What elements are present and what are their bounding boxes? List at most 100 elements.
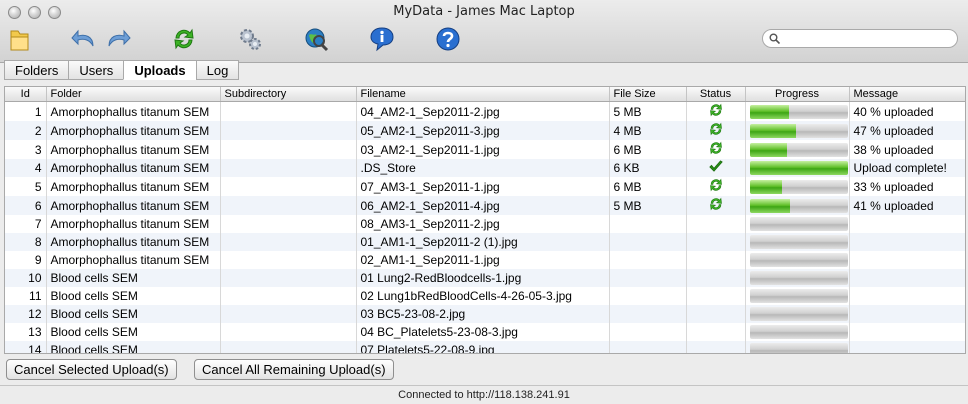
progress-bar [749, 123, 848, 138]
tab-users[interactable]: Users [68, 60, 124, 80]
cell-message [849, 341, 965, 353]
table-row[interactable]: 1 Amorphophallus titanum SEM 04_AM2-1_Sep2… [5, 101, 965, 121]
cell-filename: 04_AM2-1_Sep2011-2.jpg [356, 101, 610, 121]
status-bar: Connected to http://118.138.241.91 [0, 385, 968, 404]
cell-status [686, 101, 746, 121]
search-field[interactable] [762, 29, 958, 48]
help-icon[interactable] [434, 25, 462, 53]
cell-file-size: 4 MB [609, 121, 687, 140]
info-icon[interactable] [368, 25, 396, 53]
table-row[interactable]: 9 Amorphophallus titanum SEM 02_AM1-1_Sep2… [5, 251, 965, 269]
cell-progress [745, 101, 850, 121]
cell-status [686, 215, 746, 233]
cell-message: 47 % uploaded [849, 121, 965, 140]
progress-bar-fill [749, 198, 790, 213]
progress-bar-fill [749, 179, 782, 194]
cell-subdirectory [220, 121, 357, 140]
progress-bar [749, 271, 848, 285]
table-row[interactable]: 7 Amorphophallus titanum SEM 08_AM3-1_Sep2… [5, 215, 965, 233]
redo-icon[interactable] [104, 25, 132, 53]
cell-subdirectory [220, 323, 357, 341]
cell-filename: .DS_Store [356, 159, 610, 177]
column-header-filename[interactable]: Filename [356, 87, 610, 102]
cell-message [849, 305, 965, 323]
table-row[interactable]: 8 Amorphophallus titanum SEM 01_AM1-1_Sep2… [5, 233, 965, 251]
folder-icon[interactable] [6, 25, 34, 53]
table-row[interactable]: 5 Amorphophallus titanum SEM 07_AM3-1_Sep2… [5, 177, 965, 196]
progress-bar-fill [749, 142, 787, 157]
upload-in-progress-icon [708, 122, 724, 140]
cell-folder: Blood cells SEM [46, 323, 221, 341]
uploads-table[interactable]: Id Folder Subdirectory Filename File Siz… [4, 86, 966, 354]
column-header-message[interactable]: Message [849, 87, 965, 102]
cell-folder: Amorphophallus titanum SEM [46, 121, 221, 140]
search-icon [769, 33, 780, 44]
cell-file-size [609, 341, 687, 353]
cell-status [686, 341, 746, 353]
cell-subdirectory [220, 101, 357, 121]
tab-folders[interactable]: Folders [4, 60, 69, 80]
cell-status [686, 159, 746, 177]
cell-file-size [609, 269, 687, 287]
cell-file-size [609, 323, 687, 341]
gear-icon[interactable] [236, 25, 264, 53]
progress-bar [749, 161, 848, 175]
progress-bar [749, 104, 848, 119]
cell-message: 33 % uploaded [849, 177, 965, 196]
cell-id: 4 [5, 159, 47, 177]
cell-message [849, 215, 965, 233]
table-row[interactable]: 11 Blood cells SEM 02 Lung1bRedBloodCells-… [5, 287, 965, 305]
cell-folder: Blood cells SEM [46, 269, 221, 287]
table-row[interactable]: 13 Blood cells SEM 04 BC_Platelets5-23-08-… [5, 323, 965, 341]
cell-message: Upload complete! [849, 159, 965, 177]
progress-bar [749, 179, 848, 194]
cell-id: 9 [5, 251, 47, 269]
column-header-file-size[interactable]: File Size [609, 87, 687, 102]
cell-id: 11 [5, 287, 47, 305]
cell-filename: 03_AM2-1_Sep2011-1.jpg [356, 140, 610, 159]
table-header: Id Folder Subdirectory Filename File Siz… [5, 87, 965, 102]
table-row[interactable]: 12 Blood cells SEM 03 BC5-23-08-2.jpg [5, 305, 965, 323]
cell-folder: Amorphophallus titanum SEM [46, 251, 221, 269]
table-row[interactable]: 2 Amorphophallus titanum SEM 05_AM2-1_Sep2… [5, 121, 965, 140]
refresh-icon[interactable] [170, 25, 198, 53]
cancel-selected-uploads-button[interactable]: Cancel Selected Upload(s) [6, 359, 177, 380]
cell-status [686, 121, 746, 140]
search-input[interactable] [783, 31, 953, 48]
cell-file-size [609, 305, 687, 323]
globe-icon[interactable] [302, 25, 330, 53]
table-row[interactable]: 14 Blood cells SEM 07 Platelets5-22-08-9.j… [5, 341, 965, 353]
cell-subdirectory [220, 341, 357, 353]
cancel-all-remaining-uploads-button[interactable]: Cancel All Remaining Upload(s) [194, 359, 394, 380]
cell-progress [745, 159, 850, 177]
cell-status [686, 177, 746, 196]
undo-icon[interactable] [70, 25, 98, 53]
cell-filename: 02 Lung1bRedBloodCells-4-26-05-3.jpg [356, 287, 610, 305]
table-row[interactable]: 6 Amorphophallus titanum SEM 06_AM2-1_Sep2… [5, 196, 965, 215]
cell-file-size: 5 MB [609, 196, 687, 215]
column-header-id[interactable]: Id [5, 87, 47, 102]
cell-filename: 04 BC_Platelets5-23-08-3.jpg [356, 323, 610, 341]
tab-log[interactable]: Log [195, 60, 240, 80]
column-header-subdirectory[interactable]: Subdirectory [220, 87, 357, 102]
cell-id: 1 [5, 101, 47, 121]
column-header-status[interactable]: Status [686, 87, 746, 102]
cell-folder: Amorphophallus titanum SEM [46, 196, 221, 215]
column-header-progress[interactable]: Progress [745, 87, 850, 102]
cell-file-size: 6 MB [609, 177, 687, 196]
column-header-folder[interactable]: Folder [46, 87, 221, 102]
table-row[interactable]: 10 Blood cells SEM 01 Lung2-RedBloodcells-… [5, 269, 965, 287]
table-row[interactable]: 3 Amorphophallus titanum SEM 03_AM2-1_Sep2… [5, 140, 965, 159]
tab-uploads[interactable]: Uploads [123, 60, 196, 80]
cell-progress [745, 251, 850, 269]
cell-message [849, 251, 965, 269]
cell-filename: 08_AM3-1_Sep2011-2.jpg [356, 215, 610, 233]
cell-subdirectory [220, 159, 357, 177]
app-window: MyData - James Mac Laptop Folders Users … [0, 0, 968, 404]
cell-id: 6 [5, 196, 47, 215]
upload-in-progress-icon [708, 178, 724, 196]
cell-message: 41 % uploaded [849, 196, 965, 215]
table-row[interactable]: 4 Amorphophallus titanum SEM .DS_Store 6 KB… [5, 159, 965, 177]
cell-subdirectory [220, 233, 357, 251]
upload-in-progress-icon [708, 197, 724, 215]
